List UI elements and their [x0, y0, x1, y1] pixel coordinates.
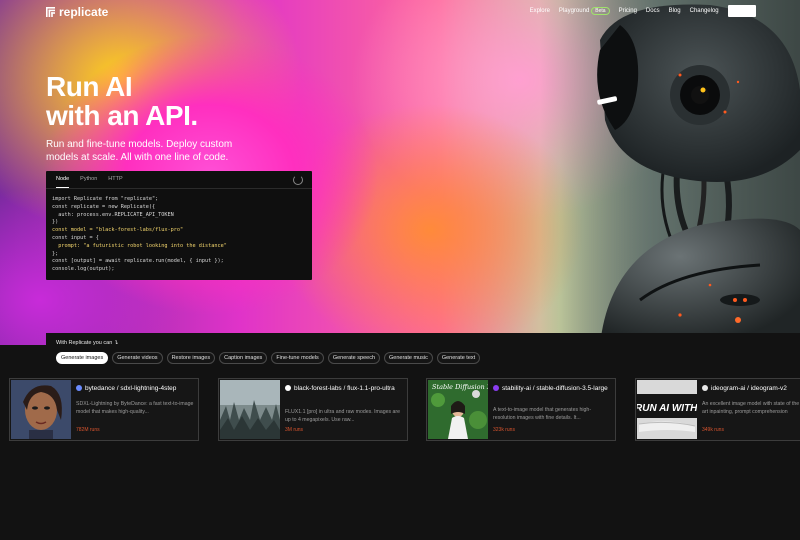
- robot-illustration: [597, 4, 800, 345]
- code-line: import Replicate from "replicate";: [52, 196, 159, 202]
- chip-generate-speech[interactable]: Generate speech: [327, 352, 381, 364]
- model-description: An excellent image model with state of t…: [702, 401, 800, 415]
- model-runs: 349k runs: [702, 427, 724, 433]
- code-line: const [output] = await replicate.run(mod…: [52, 258, 224, 265]
- model-title: stability-ai / stable-diffusion-3.5-larg…: [493, 385, 611, 393]
- hero-title: Run AI with an API.: [46, 71, 198, 131]
- code-line: };: [52, 250, 59, 257]
- chip-generate-videos[interactable]: Generate videos: [112, 352, 163, 364]
- beta-badge: Beta: [591, 7, 610, 15]
- tab-python[interactable]: Python: [80, 176, 97, 188]
- nav-docs[interactable]: Docs: [646, 8, 660, 14]
- nav-changelog[interactable]: Changelog: [690, 8, 719, 14]
- model-runs: 323k runs: [493, 427, 515, 433]
- nav-pricing[interactable]: Pricing: [619, 8, 637, 14]
- model-title-text: bytedance / sdxl-lightning-4step: [85, 385, 177, 392]
- replicate-logo-icon: [46, 7, 55, 17]
- model-title: bytedance / sdxl-lightning-4step: [76, 385, 194, 393]
- chip-generate-images[interactable]: Generate images: [56, 352, 109, 364]
- chip-generate-music[interactable]: Generate music: [384, 352, 433, 364]
- hero-subtitle: Run and fine-tune models. Deploy custom …: [46, 139, 233, 163]
- stability-ai-icon: [493, 385, 499, 391]
- code-line: const replicate = new Replicate({: [52, 203, 156, 210]
- nav-explore[interactable]: Explore: [530, 8, 550, 14]
- top-nav: replicate Explore Playground Beta Pricing…: [0, 0, 800, 24]
- capabilities-panel: [46, 333, 800, 347]
- chip-restore-images[interactable]: Restore images: [166, 352, 216, 364]
- code-line: console.log(output);: [52, 266, 115, 273]
- bytedance-icon: [76, 385, 82, 391]
- code-line: const model = "black-forest-labs/flux-pr…: [52, 227, 184, 234]
- model-thumbnail: RUN AI WITH AN API: [637, 380, 697, 439]
- sign-in-button[interactable]: Sign in: [727, 5, 756, 17]
- nav-playground-label: Playground: [558, 8, 590, 14]
- thumbnail-caption: RUN AI WITH AN API: [637, 403, 697, 414]
- model-thumbnail: [11, 380, 71, 439]
- nav-blog[interactable]: Blog: [669, 8, 681, 14]
- model-card[interactable]: RUN AI WITH AN API ideogram-ai / ideogra…: [635, 378, 800, 441]
- model-description: SDXL-Lightning by ByteDance: a fast text…: [76, 401, 194, 415]
- model-title: ideogram-ai / ideogram-v2: [702, 385, 800, 393]
- model-title-text: black-forest-labs / flux-1.1-pro-ultra: [294, 385, 395, 392]
- model-card[interactable]: Stable Diffusion 3.5 stability-ai / stab…: [426, 378, 616, 441]
- chip-fine-tune-models[interactable]: Fine-tune models: [271, 352, 324, 364]
- loading-spinner-icon: [293, 175, 303, 185]
- tab-node[interactable]: Node: [56, 176, 70, 188]
- model-description: FLUX1.1 [pro] in ultra and raw modes. Im…: [285, 409, 401, 423]
- page: replicate Explore Playground Beta Pricing…: [0, 0, 800, 540]
- code-line: prompt: "a futuristic robot looking into…: [52, 242, 227, 249]
- model-thumbnail: Stable Diffusion 3.5: [428, 380, 488, 439]
- logo-text: replicate: [59, 5, 109, 19]
- nav-playground[interactable]: Playground Beta: [558, 7, 610, 15]
- model-title: black-forest-labs / flux-1.1-pro-ultra: [285, 385, 403, 393]
- model-thumbnail: [220, 380, 280, 439]
- chip-generate-text[interactable]: Generate text: [436, 352, 481, 364]
- code-tabs: Node Python HTTP: [46, 171, 312, 189]
- model-description: A text-to-image model that generates hig…: [493, 407, 592, 421]
- chip-caption-images[interactable]: Caption images: [219, 352, 268, 364]
- black-forest-labs-icon: [285, 385, 291, 391]
- capabilities-label: With Replicate you can ↴: [56, 340, 119, 346]
- model-card[interactable]: black-forest-labs / flux-1.1-pro-ultra F…: [218, 378, 408, 441]
- nav-menu: Explore Playground Beta Pricing Docs Blog…: [530, 5, 756, 17]
- capability-chips: Generate images Generate videos Restore …: [56, 352, 481, 364]
- model-title-text: ideogram-ai / ideogram-v2: [711, 385, 787, 392]
- models-section-background: [0, 345, 800, 540]
- model-card[interactable]: bytedance / sdxl-lightning-4step SDXL-Li…: [9, 378, 199, 441]
- thumbnail-caption: Stable Diffusion 3.5: [432, 383, 488, 391]
- ideogram-icon: [702, 385, 708, 391]
- code-line: auth: process.env.REPLICATE_API_TOKEN: [52, 211, 174, 218]
- code-line: }): [52, 219, 59, 226]
- tab-http[interactable]: HTTP: [108, 176, 122, 188]
- model-title-text: stability-ai / stable-diffusion-3.5-larg…: [502, 385, 608, 392]
- logo[interactable]: replicate: [46, 5, 108, 19]
- model-runs: 3M runs: [285, 427, 304, 433]
- code-example: Node Python HTTP import Replicate from "…: [46, 171, 312, 280]
- code-line: const input = {: [52, 234, 99, 241]
- model-runs: 782M runs: [76, 427, 100, 433]
- code-block[interactable]: import Replicate from "replicate"; const…: [46, 189, 312, 274]
